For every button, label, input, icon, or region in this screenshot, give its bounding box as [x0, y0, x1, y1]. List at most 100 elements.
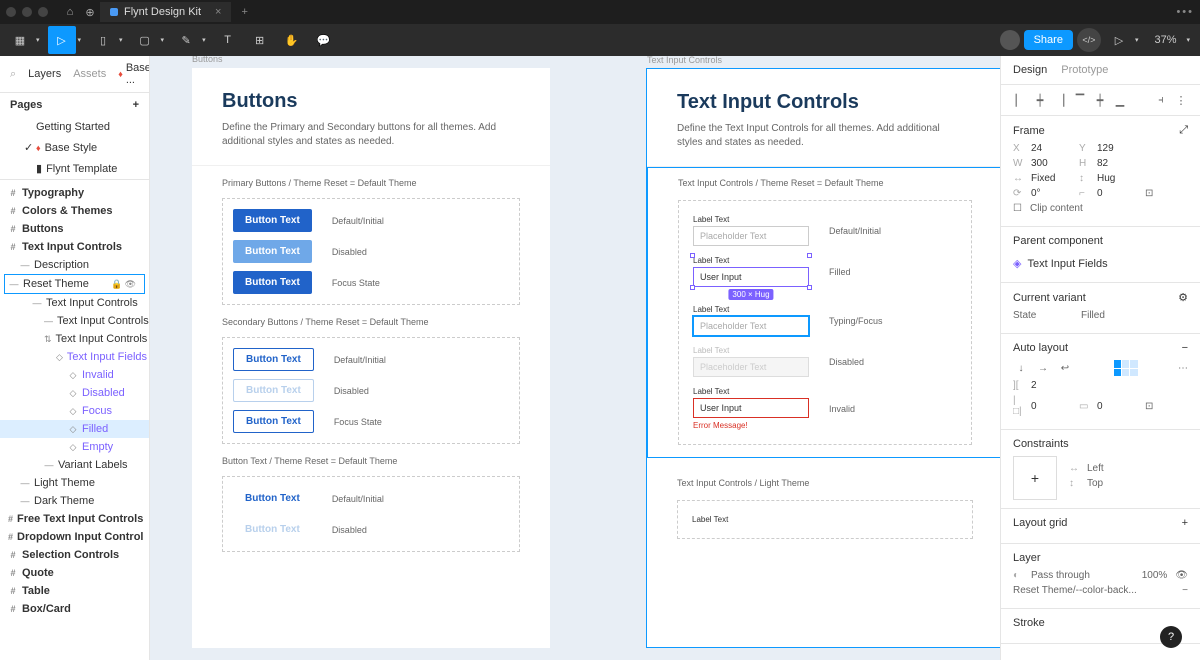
layer-item[interactable]: #Text Input Controls: [0, 238, 149, 256]
direction-v-icon[interactable]: ↓: [1013, 360, 1029, 376]
layer-item[interactable]: —Light Theme: [0, 474, 149, 492]
layer-item[interactable]: #Colors & Themes: [0, 202, 149, 220]
zoom-display[interactable]: 37%: [1154, 34, 1176, 46]
frame-text-input[interactable]: Text Input Controls Text Input Controls …: [646, 68, 1000, 648]
variant-group-secondary[interactable]: Button TextDefault/Initial Button TextDi…: [222, 337, 520, 444]
align-hcenter-icon[interactable]: ┿: [1033, 93, 1047, 107]
tab-assets[interactable]: Assets: [73, 68, 106, 80]
move-tool[interactable]: ▷: [48, 26, 76, 54]
input-value[interactable]: User Input: [693, 267, 809, 287]
button-secondary[interactable]: Button Text: [233, 348, 314, 371]
clip-checkbox[interactable]: ☐: [1013, 203, 1022, 214]
share-button[interactable]: Share: [1024, 30, 1073, 50]
button-secondary-disabled[interactable]: Button Text: [233, 379, 314, 402]
help-button[interactable]: ?: [1160, 626, 1182, 648]
layer-item[interactable]: ◇Disabled: [0, 384, 149, 402]
layer-item[interactable]: ◇Text Input Fields: [0, 348, 149, 366]
resources-tool[interactable]: ⊞: [246, 26, 274, 54]
variant-group-text[interactable]: Button TextDefault/Initial Button TextDi…: [222, 476, 520, 552]
input-focus[interactable]: Label Text Placeholder Text: [693, 305, 809, 336]
button-text[interactable]: Button Text: [233, 487, 312, 510]
input-placeholder[interactable]: Placeholder Text: [693, 226, 809, 246]
constraint-v-select[interactable]: Top: [1087, 478, 1103, 489]
wrap-icon[interactable]: ↩: [1057, 360, 1073, 376]
corners-icon[interactable]: ⊡: [1145, 188, 1153, 199]
input-default[interactable]: Label Text: [692, 515, 808, 524]
search-icon[interactable]: ⌕: [10, 68, 16, 81]
layer-item[interactable]: #Box/Card: [0, 600, 149, 618]
layer-item[interactable]: —Reset Theme🔒👁: [4, 274, 145, 294]
direction-h-icon[interactable]: →: [1035, 360, 1051, 376]
radius-input[interactable]: 0: [1097, 188, 1137, 199]
frame-buttons[interactable]: Buttons Buttons Define the Primary and S…: [192, 68, 550, 648]
input-filled-selected[interactable]: Label Text User Input 300 × Hug: [693, 256, 809, 287]
w-input[interactable]: 300: [1031, 158, 1071, 169]
button-secondary-focus[interactable]: Button Text: [233, 410, 314, 433]
x-input[interactable]: 24: [1031, 143, 1071, 154]
alignment-grid[interactable]: [1114, 360, 1138, 376]
present-button[interactable]: ▷: [1105, 26, 1133, 54]
dev-mode-button[interactable]: </>: [1077, 28, 1101, 52]
avatar[interactable]: [1000, 30, 1020, 50]
menu-button[interactable]: ▦: [6, 26, 34, 54]
visibility-icon[interactable]: 👁: [1175, 570, 1188, 581]
layer-item[interactable]: #Typography: [0, 184, 149, 202]
layer-item[interactable]: —Text Input Controls: [0, 312, 149, 330]
comment-tool[interactable]: 💬: [310, 26, 338, 54]
input-invalid[interactable]: Label Text User Input Error Message!: [693, 387, 809, 430]
shape-tool[interactable]: ▢: [131, 26, 159, 54]
page-item[interactable]: Getting Started: [0, 117, 149, 137]
align-right-icon[interactable]: ▕: [1053, 93, 1067, 107]
constraint-h-select[interactable]: Left: [1087, 463, 1104, 474]
layer-item[interactable]: ◇Focus: [0, 402, 149, 420]
fill-style-link[interactable]: Reset Theme/--color-back...: [1013, 585, 1174, 596]
gap-input[interactable]: 2: [1031, 380, 1071, 391]
padv-input[interactable]: 0: [1097, 401, 1137, 412]
resize-icon[interactable]: ⤢: [1179, 124, 1188, 137]
settings-icon[interactable]: ⚙: [1178, 291, 1188, 304]
variant-value[interactable]: Filled: [1081, 310, 1105, 321]
tidy-icon[interactable]: ⋮: [1174, 93, 1188, 107]
frame-tool[interactable]: ▯: [89, 26, 117, 54]
more-icon[interactable]: •••: [1176, 6, 1194, 18]
tab-design[interactable]: Design: [1013, 64, 1047, 76]
parent-component-link[interactable]: ◈Text Input Fields: [1013, 253, 1188, 274]
detach-icon[interactable]: −: [1182, 585, 1188, 596]
tab-prototype[interactable]: Prototype: [1061, 64, 1108, 76]
h-input[interactable]: 82: [1097, 158, 1137, 169]
layer-item[interactable]: #Free Text Input Controls: [0, 510, 149, 528]
align-left-icon[interactable]: ▏: [1013, 93, 1027, 107]
align-top-icon[interactable]: ▔: [1073, 93, 1087, 107]
layer-item[interactable]: #Quote: [0, 564, 149, 582]
layer-item[interactable]: ⇅Text Input Controls: [0, 330, 149, 348]
variant-group-light[interactable]: Label Text: [677, 500, 973, 539]
padh-input[interactable]: 0: [1031, 401, 1071, 412]
new-tab-button[interactable]: +: [241, 6, 247, 18]
hresize-select[interactable]: Fixed: [1031, 173, 1071, 184]
home-icon[interactable]: ⌂: [60, 2, 80, 22]
button-primary-disabled[interactable]: Button Text: [233, 240, 312, 263]
remove-icon[interactable]: −: [1182, 342, 1188, 354]
globe-icon[interactable]: ⊕: [80, 2, 100, 22]
text-tool[interactable]: T: [214, 26, 242, 54]
page-item[interactable]: ▮ Flynt Template: [0, 158, 149, 179]
y-input[interactable]: 129: [1097, 143, 1137, 154]
more-options-icon[interactable]: ⋯: [1178, 363, 1188, 374]
add-page-button[interactable]: +: [133, 99, 139, 111]
button-primary[interactable]: Button Text: [233, 209, 312, 232]
layer-item[interactable]: —Variant Labels: [0, 456, 149, 474]
tab-layers[interactable]: Layers: [28, 68, 61, 80]
rotation-input[interactable]: 0°: [1031, 188, 1071, 199]
layer-item[interactable]: #Dropdown Input Control: [0, 528, 149, 546]
page-item[interactable]: ✓♦ Base Style: [0, 137, 149, 158]
button-text-disabled[interactable]: Button Text: [233, 518, 312, 541]
file-tab[interactable]: Flynt Design Kit ×: [100, 2, 231, 22]
library-badge[interactable]: ♦Base ...: [118, 62, 150, 86]
constraint-widget[interactable]: +: [1013, 456, 1057, 500]
layer-item[interactable]: ◇Invalid: [0, 366, 149, 384]
distribute-icon[interactable]: ⫞: [1154, 93, 1168, 107]
layer-item[interactable]: #Selection Controls: [0, 546, 149, 564]
button-primary-focus[interactable]: Button Text: [233, 271, 312, 294]
close-tab-icon[interactable]: ×: [215, 6, 221, 18]
align-bottom-icon[interactable]: ▁: [1113, 93, 1127, 107]
